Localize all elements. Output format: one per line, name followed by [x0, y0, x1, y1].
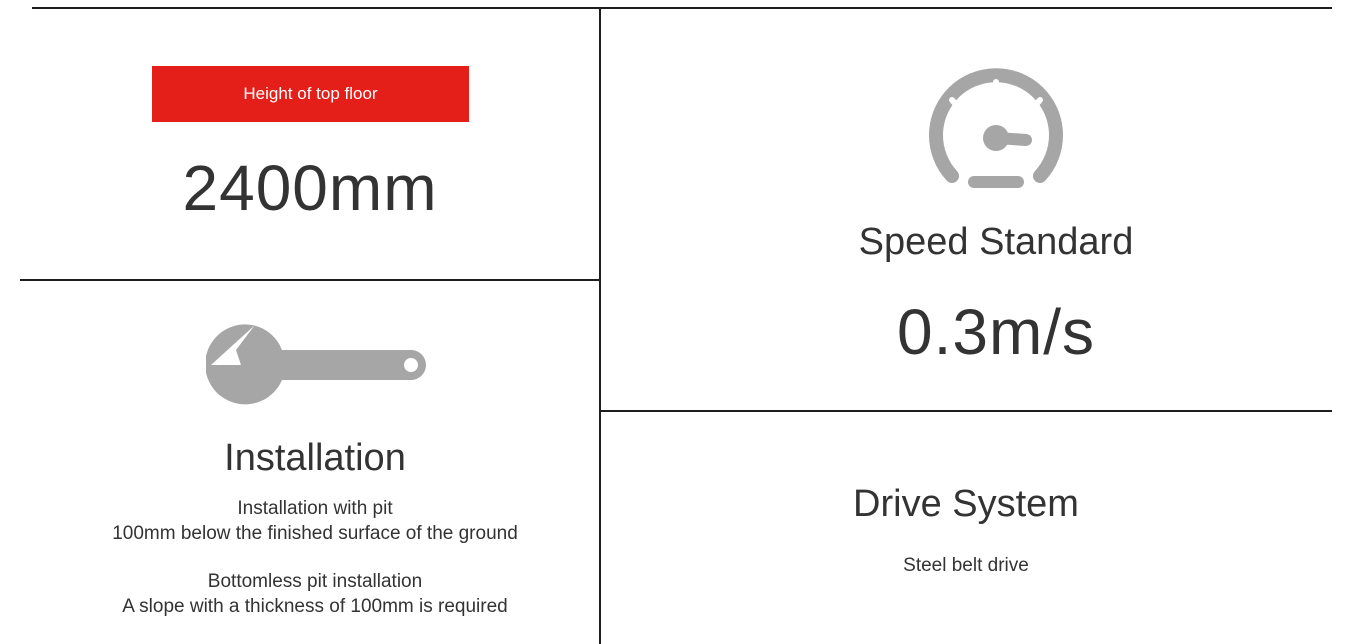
speedometer-icon	[929, 68, 1063, 188]
installation-line: Installation with pit	[237, 498, 393, 519]
installation-text-1: Installation with pit 100mm below the fi…	[40, 496, 590, 546]
vertical-divider	[599, 7, 601, 644]
speed-title: Speed Standard	[858, 221, 1134, 263]
installation-line: Bottomless pit installation	[207, 571, 423, 592]
wrench-icon	[206, 324, 426, 405]
top-floor-badge-label: Height of top floor	[243, 84, 378, 103]
top-floor-value: 2400mm	[182, 152, 438, 224]
left-horizontal-divider	[20, 279, 600, 281]
installation-title: Installation	[224, 437, 406, 479]
top-divider	[32, 7, 1332, 9]
right-horizontal-divider	[600, 410, 1332, 412]
top-floor-badge: Height of top floor	[152, 66, 469, 122]
installation-line: A slope with a thickness of 100mm is req…	[122, 596, 508, 617]
installation-line: 100mm below the finished surface of the …	[112, 523, 518, 544]
installation-text-2: Bottomless pit installation A slope with…	[40, 569, 590, 619]
speed-value: 0.3m/s	[896, 296, 1096, 368]
drive-description: Steel belt drive	[903, 555, 1029, 576]
drive-title: Drive System	[853, 483, 1079, 525]
